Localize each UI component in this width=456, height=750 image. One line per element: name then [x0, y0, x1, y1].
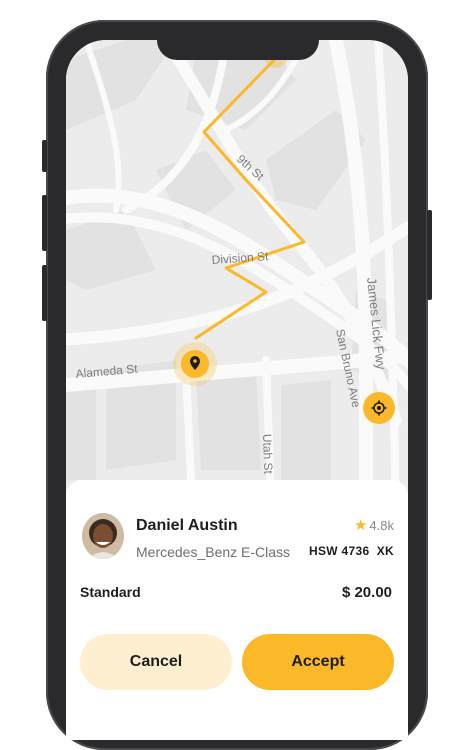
rating-value: 4.8k	[369, 517, 394, 533]
locate-me-button[interactable]	[363, 392, 395, 424]
ride-type: Standard	[80, 584, 141, 600]
side-button-left-1	[42, 140, 47, 172]
map-canvas: 9th St Division St Alameda St San Bruno …	[66, 40, 408, 490]
driver-rating: ★ 4.8k	[354, 516, 394, 534]
street-label-utah: Utah St	[260, 434, 275, 475]
crosshair-icon	[371, 400, 387, 416]
driver-name: Daniel Austin	[136, 517, 238, 534]
ride-request-sheet: Daniel Austin Mercedes_Benz E-Class ★ 4.…	[66, 480, 408, 740]
side-button-left-3	[42, 265, 47, 321]
accept-button[interactable]: Accept	[242, 634, 394, 690]
side-button-left-2	[42, 195, 47, 251]
map-view[interactable]: 9th St Division St Alameda St San Bruno …	[66, 40, 408, 490]
phone-screen: 9th St Division St Alameda St San Bruno …	[66, 40, 408, 740]
license-plate: HSW 4736 XK	[309, 544, 394, 558]
pickup-pin-icon	[173, 342, 217, 386]
driver-avatar	[82, 513, 124, 559]
phone-notch	[157, 40, 319, 60]
star-icon: ★	[353, 517, 368, 534]
cancel-button[interactable]: Cancel	[80, 634, 232, 690]
car-model: Mercedes_Benz E-Class	[136, 544, 291, 560]
side-button-right	[427, 210, 432, 300]
ride-price: $ 20.00	[341, 584, 392, 601]
